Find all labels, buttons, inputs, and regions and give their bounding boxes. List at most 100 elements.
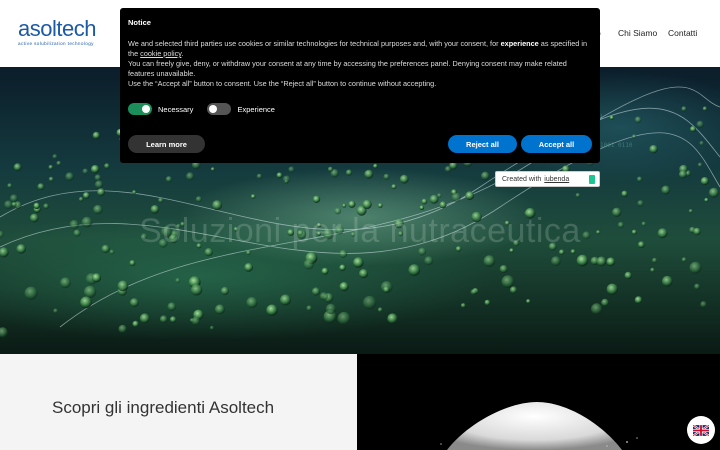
hero-bead xyxy=(337,311,351,326)
cookie-notice-dialog: Notice We and selected third parties use… xyxy=(120,8,600,163)
reject-all-button[interactable]: Reject all xyxy=(448,135,517,153)
hero-bead xyxy=(325,303,337,315)
hero-bead xyxy=(78,196,84,202)
iubenda-badge[interactable]: Created with iubenda xyxy=(495,171,600,187)
hero-bead xyxy=(13,163,22,172)
hero-bead xyxy=(359,269,369,279)
hero-bead xyxy=(48,176,54,182)
hero-bead xyxy=(609,115,614,120)
hero-bead xyxy=(92,131,101,140)
svg-text:1001 0110: 1001 0110 xyxy=(600,142,633,149)
hero-bead xyxy=(700,177,709,186)
hero-bead xyxy=(408,264,421,276)
hero-bead xyxy=(439,201,447,209)
hero-bead xyxy=(80,296,92,309)
hero-bead xyxy=(342,203,347,208)
hero-bead xyxy=(345,169,353,176)
hero-bead xyxy=(132,320,139,328)
hero-bead xyxy=(634,116,642,124)
hero-bead xyxy=(704,197,709,203)
badge-created-with: Created with xyxy=(502,175,542,183)
hero-bead xyxy=(139,313,150,324)
hero-bead xyxy=(94,174,102,181)
asoltech-logo[interactable]: asoltech active solubilization technolog… xyxy=(18,18,118,50)
hero-bead xyxy=(362,199,372,210)
hero-bead xyxy=(681,106,687,112)
hero-bead xyxy=(159,315,168,323)
hero-bead xyxy=(696,120,704,129)
language-switcher-button[interactable] xyxy=(687,416,715,444)
hero-bead xyxy=(591,303,603,315)
hero-bead xyxy=(117,280,129,292)
hero-bead xyxy=(348,200,356,208)
notice-body: We and selected third parties use cookie… xyxy=(128,39,594,89)
hero-bead xyxy=(306,305,313,311)
consent-toggles: Necessary Experience xyxy=(128,103,289,115)
hero-bead xyxy=(419,205,425,210)
hero-bead xyxy=(465,191,475,201)
necessary-toggle[interactable] xyxy=(128,103,152,115)
hero-bead xyxy=(634,296,643,304)
hero-bead xyxy=(104,163,110,169)
hero-bead xyxy=(690,126,696,133)
hero-bead xyxy=(246,250,251,256)
nav-item-chi-siamo[interactable]: Chi Siamo xyxy=(618,28,657,38)
hero-bead xyxy=(82,168,89,175)
hero-bead xyxy=(11,201,17,207)
product-image-panel xyxy=(357,354,720,450)
hero-bead xyxy=(48,164,54,170)
hero-bead xyxy=(484,299,491,306)
hero-bead xyxy=(661,185,671,195)
accept-all-button[interactable]: Accept all xyxy=(521,135,592,153)
hero-bead xyxy=(575,193,581,198)
notice-text-1-tail: . xyxy=(181,49,184,58)
hero-bead xyxy=(327,166,334,172)
hero-bead xyxy=(94,180,104,189)
hero-bead xyxy=(118,324,127,334)
hero-bead xyxy=(624,271,632,280)
hero-bead xyxy=(250,194,256,199)
hero-bead xyxy=(167,302,177,311)
hero-bead xyxy=(678,170,687,179)
hero-bead xyxy=(169,316,177,323)
notice-text-experience: experience xyxy=(500,39,539,48)
hero-title: Soluzioni per la nutraceutica xyxy=(139,212,581,250)
hero-bead xyxy=(195,196,202,203)
nav-item-contatti[interactable]: Contatti xyxy=(668,28,697,38)
hero-bead xyxy=(214,304,225,315)
badge-brand-link[interactable]: iubenda xyxy=(544,176,569,183)
logo-wordmark: asoltech xyxy=(18,16,96,41)
hero-bead xyxy=(501,275,515,289)
experience-toggle[interactable] xyxy=(207,103,232,115)
learn-more-button[interactable]: Learn more xyxy=(128,135,205,153)
hero-bead xyxy=(282,175,291,183)
hero-bead xyxy=(621,190,628,197)
hero-bead xyxy=(303,259,314,270)
cookie-policy-link[interactable]: cookie policy xyxy=(140,49,181,58)
hero-bead xyxy=(339,264,346,271)
hero-bead xyxy=(56,160,62,166)
powder-pile-image xyxy=(440,402,638,450)
hero-bead xyxy=(266,304,278,316)
hero-bead xyxy=(576,254,589,267)
hero-bead xyxy=(377,307,383,313)
hero-bead xyxy=(363,295,377,310)
notice-title: Notice xyxy=(128,18,151,27)
hero-bead xyxy=(606,283,618,295)
hero-bead xyxy=(383,286,390,293)
hero-bead xyxy=(321,267,329,275)
hero-bead xyxy=(43,203,49,209)
hero-bead xyxy=(129,298,139,308)
hero-bead xyxy=(364,169,374,179)
hero-bead xyxy=(421,198,428,205)
hero-bead xyxy=(681,257,687,263)
hero-bead xyxy=(312,195,321,203)
hero-bead xyxy=(470,289,477,296)
hero-bead xyxy=(220,286,229,296)
hero-bead xyxy=(391,184,397,190)
hero-bead xyxy=(700,301,707,308)
hero-bead xyxy=(689,261,702,274)
hero-bead xyxy=(276,172,283,179)
hero-bead xyxy=(437,193,442,198)
hero-bead xyxy=(90,165,100,174)
